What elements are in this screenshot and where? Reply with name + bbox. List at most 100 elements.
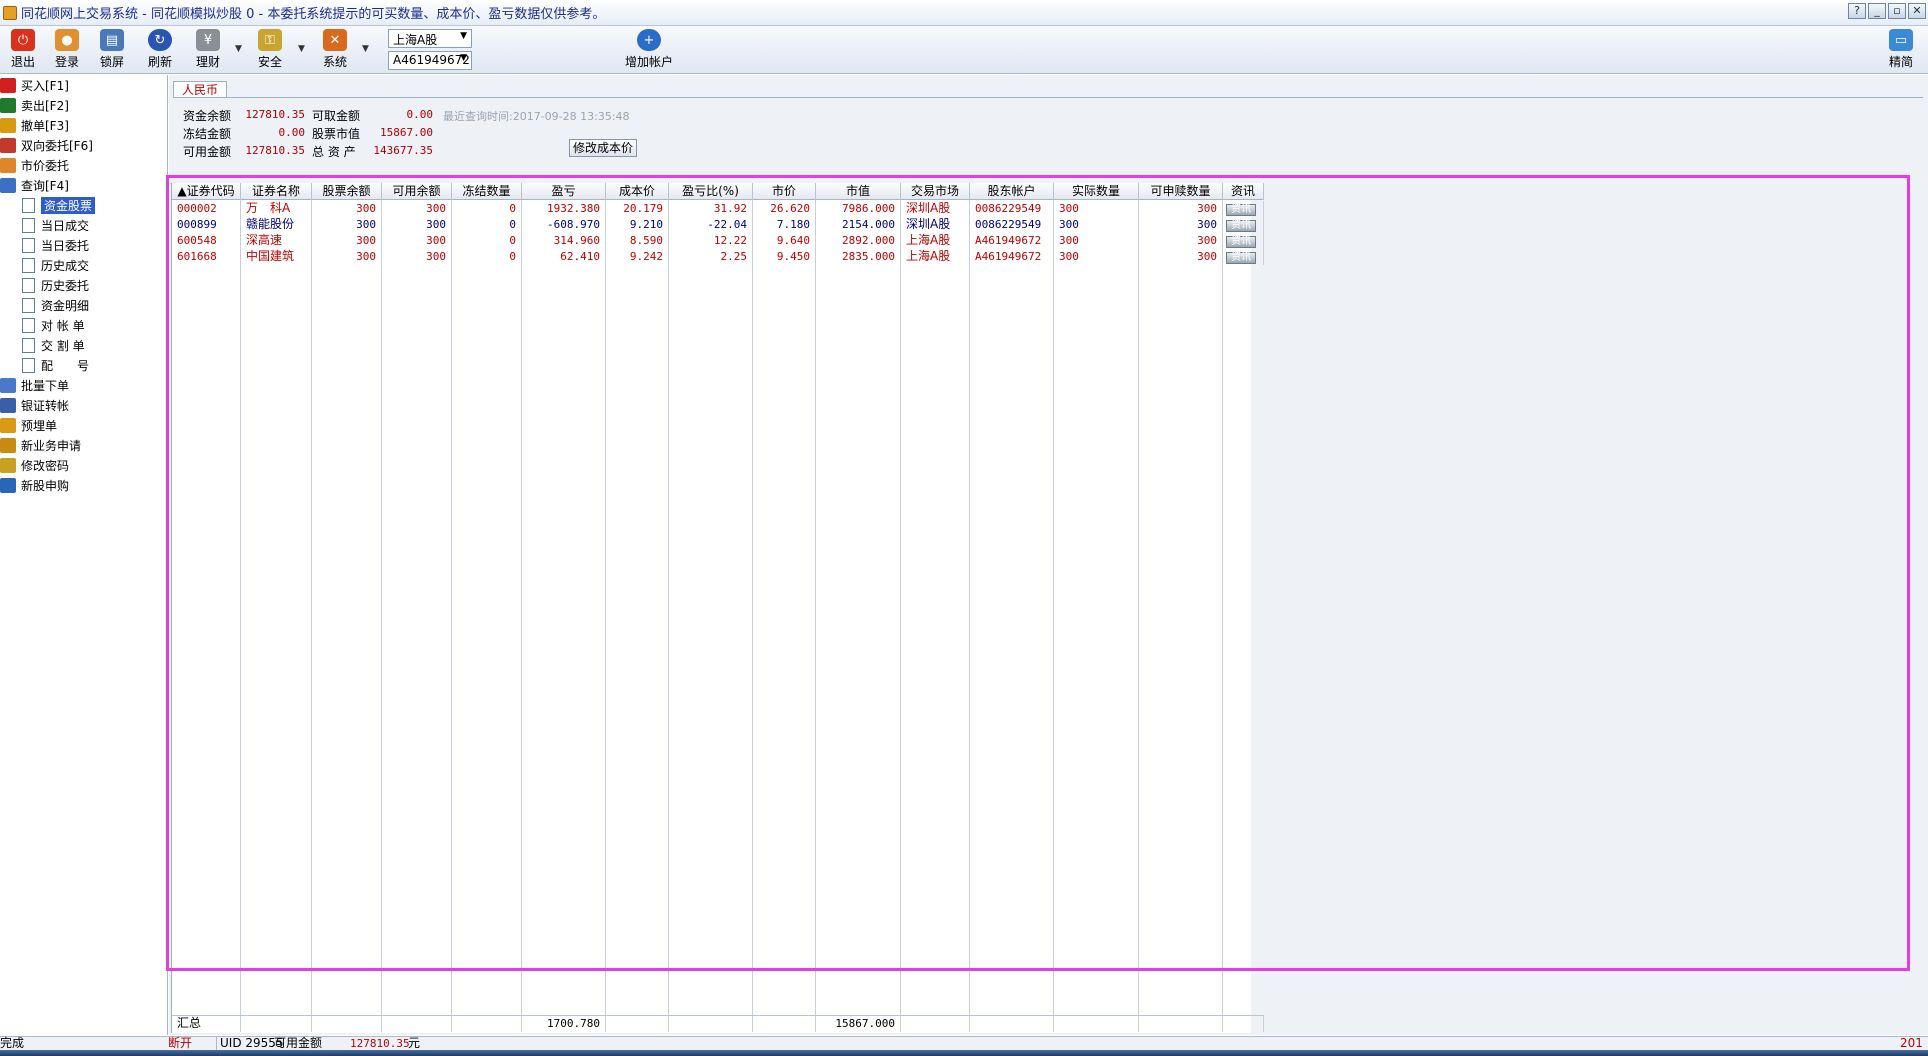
sidebar-sub-label: 历史委托 <box>41 279 90 293</box>
sidebar-item-cancel-order[interactable]: 撤单[F3] <box>0 116 69 135</box>
exit-button[interactable]: ⏻ 退出 <box>0 29 46 71</box>
info-button[interactable]: 资讯 <box>1226 236 1256 248</box>
cancel-order-icon <box>0 118 16 133</box>
info-button[interactable]: 资讯 <box>1226 252 1256 264</box>
sidebar-item-buy[interactable]: 买入[F1] <box>0 76 69 95</box>
sidebar-sub-history-orders[interactable]: 历史委托 <box>22 276 89 295</box>
minimize-button[interactable]: _ <box>1868 3 1886 19</box>
cell-available: 300 <box>382 233 452 249</box>
column-header-name[interactable]: 证券名称 <box>241 183 312 200</box>
table-row[interactable]: 600548 深高速 300 300 0 314.960 8.590 12.22… <box>172 233 1264 249</box>
sidebar-sub-history-trades[interactable]: 历史成交 <box>22 256 89 275</box>
column-header-frozen[interactable]: 冻结数量 <box>452 183 522 200</box>
account-select[interactable]: A461949672 ▼ <box>388 51 472 70</box>
cell-value: 7986.000 <box>816 201 901 217</box>
cell-cost: 8.590 <box>606 233 669 249</box>
column-header-stock-balance[interactable]: 股票余额 <box>312 183 382 200</box>
sidebar-item-preset-order[interactable]: 预埋单 <box>0 416 57 435</box>
add-account-button[interactable]: + 增加帐户 <box>620 29 678 71</box>
column-header-holder[interactable]: 股东帐户 <box>970 183 1054 200</box>
batch-order-icon <box>0 378 16 393</box>
cell-pnl-pct: 12.22 <box>669 233 753 249</box>
total-empty-cell <box>606 1016 669 1032</box>
sidebar-item-label: 预埋单 <box>21 419 58 433</box>
table-row[interactable]: 000002 万 科A 300 300 0 1932.380 20.179 31… <box>172 201 1264 217</box>
finance-icon: ¥ <box>196 29 220 51</box>
sidebar-sub-today-trades[interactable]: 当日成交 <box>22 216 89 235</box>
info-button[interactable]: 资讯 <box>1226 220 1256 232</box>
column-header-code[interactable]: ▲证券代码 <box>172 183 241 200</box>
cell-market: 深圳A股 <box>901 217 970 233</box>
column-divider <box>521 200 522 1032</box>
sidebar-item-ipo-subscribe[interactable]: 新股申购 <box>0 476 69 495</box>
sidebar-sub-fund-details[interactable]: 资金明细 <box>22 296 89 315</box>
sidebar-item-new-business[interactable]: 新业务申请 <box>0 436 81 455</box>
cell-frozen: 0 <box>452 217 522 233</box>
document-icon <box>22 278 35 293</box>
simple-mode-button[interactable]: ▭ 精简 <box>1878 29 1924 71</box>
sidebar-sub-allotment-number[interactable]: 配 号 <box>22 356 89 375</box>
column-header-cost[interactable]: 成本价 <box>606 183 669 200</box>
status-disconnect[interactable]: 断开 <box>168 1037 192 1051</box>
sidebar-item-batch-order[interactable]: 批量下单 <box>0 376 69 395</box>
column-divider <box>311 200 312 1032</box>
status-unit: 元 <box>408 1036 421 1050</box>
finance-label: 理财 <box>195 55 220 69</box>
lock-screen-button[interactable]: ▤ 锁屏 <box>89 29 135 71</box>
lock-icon: ▤ <box>100 29 124 51</box>
table-row[interactable]: 601668 中国建筑 300 300 0 62.410 9.242 2.25 … <box>172 249 1264 265</box>
column-header-available[interactable]: 可用余额 <box>382 183 452 200</box>
cell-actual: 300 <box>1054 249 1139 265</box>
cell-price: 26.620 <box>753 201 816 217</box>
column-header-actual[interactable]: 实际数量 <box>1054 183 1139 200</box>
sidebar-sub-funds-stocks[interactable]: 资金股票 <box>22 196 96 215</box>
close-button[interactable]: ✕ <box>1908 3 1926 19</box>
column-header-pnl-pct[interactable]: 盈亏比(%) <box>669 183 753 200</box>
sidebar-item-query[interactable]: 查询[F4] <box>0 176 69 195</box>
finance-dropdown-arrow-icon[interactable]: ▼ <box>235 44 245 54</box>
column-header-market[interactable]: 交易市场 <box>901 183 970 200</box>
cell-value: 2154.000 <box>816 217 901 233</box>
sidebar-item-change-password[interactable]: 修改密码 <box>0 456 69 475</box>
system-button[interactable]: ✕ 系统 <box>312 29 358 71</box>
column-header-price[interactable]: 市价 <box>753 183 816 200</box>
column-divider <box>451 200 452 1032</box>
available-label: 可用金额 <box>183 145 232 159</box>
window-title: 同花顺网上交易系统 - 同花顺模拟炒股 0 - 本委托系统提示的可买数量、成本价… <box>21 7 606 22</box>
modify-cost-button[interactable]: 修改成本价 <box>569 139 637 157</box>
help-button[interactable]: ? <box>1848 3 1866 19</box>
market-select[interactable]: 上海A股 ▼ <box>388 29 472 48</box>
sidebar-sub-label: 资金明细 <box>41 299 90 313</box>
refresh-button[interactable]: ↻ 刷新 <box>137 29 183 71</box>
finance-button[interactable]: ¥ 理财 <box>185 29 231 71</box>
sidebar-sub-statement[interactable]: 对 帐 单 <box>22 316 85 335</box>
sidebar-item-two-way-order[interactable]: 双向委托[F6] <box>0 136 93 155</box>
table-row[interactable]: 000899 赣能股份 300 300 0 -608.970 9.210 -22… <box>172 217 1264 233</box>
document-icon <box>22 298 35 313</box>
security-button[interactable]: ⚿ 安全 <box>247 29 293 71</box>
sidebar-item-market-order[interactable]: 市价委托 <box>0 156 69 175</box>
total-empty-cell <box>1223 1016 1264 1032</box>
column-header-value[interactable]: 市值 <box>816 183 901 200</box>
column-header-info[interactable]: 资讯 <box>1223 183 1264 200</box>
sidebar-item-bank-transfer[interactable]: 银证转帐 <box>0 396 69 415</box>
account-select-value: A461949672 <box>393 53 470 67</box>
cell-cost: 9.210 <box>606 217 669 233</box>
column-header-redeemable[interactable]: 可申赎数量 <box>1139 183 1223 200</box>
info-button[interactable]: 资讯 <box>1226 204 1256 216</box>
column-header-pnl[interactable]: 盈亏 <box>522 183 606 200</box>
tab-currency-rmb[interactable]: 人民币 <box>173 81 228 98</box>
chevron-down-icon: ▼ <box>460 53 467 63</box>
cell-actual: 300 <box>1054 217 1139 233</box>
column-divider <box>969 200 970 1032</box>
sidebar-sub-today-orders[interactable]: 当日委托 <box>22 236 89 255</box>
restore-button[interactable]: ▫ <box>1888 3 1906 19</box>
refresh-icon: ↻ <box>148 29 172 51</box>
sidebar-item-sell[interactable]: 卖出[F2] <box>0 96 69 115</box>
login-button[interactable]: ● 登录 <box>44 29 90 71</box>
system-dropdown-arrow-icon[interactable]: ▼ <box>362 44 372 54</box>
document-icon <box>22 258 35 273</box>
security-dropdown-arrow-icon[interactable]: ▼ <box>298 44 308 54</box>
sidebar-sub-settlement[interactable]: 交 割 单 <box>22 336 85 355</box>
total-empty-cell <box>753 1016 816 1032</box>
